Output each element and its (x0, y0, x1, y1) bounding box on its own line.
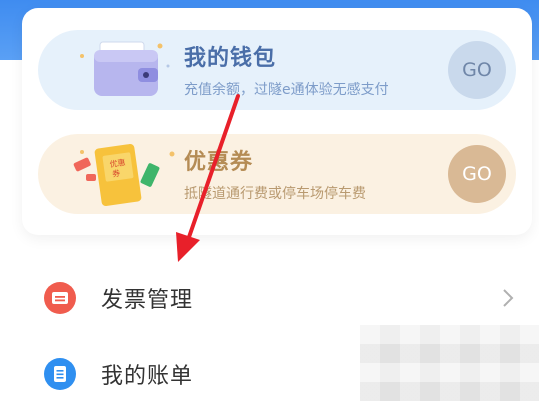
coupon-subtitle: 抵隧道通行费或停车场停车费 (184, 186, 366, 202)
wallet-go-button[interactable]: GO (448, 41, 506, 99)
wallet-entry[interactable]: 我的钱包 充值余额，过隧e通体验无感支付 GO (38, 30, 516, 110)
coupon-go-button[interactable]: GO (448, 145, 506, 203)
blurred-region (360, 325, 539, 401)
wallet-coupon-card: 我的钱包 充值余额，过隧e通体验无感支付 GO 优惠 券 优惠券 抵隧道通行费或… (22, 8, 532, 235)
ticket-icon (44, 282, 76, 314)
coupon-icon: 优惠 券 (73, 144, 175, 206)
coupon-title: 优惠券 (184, 150, 254, 175)
wallet-title: 我的钱包 (184, 46, 277, 71)
chevron-right-icon (503, 289, 514, 307)
wallet-subtitle: 充值余额，过隧e通体验无感支付 (184, 82, 389, 98)
menu-label-invoice: 发票管理 (101, 288, 194, 313)
menu-label-bill: 我的账单 (101, 364, 194, 389)
coupon-entry[interactable]: 优惠 券 优惠券 抵隧道通行费或停车场停车费 GO (38, 134, 516, 214)
svg-text:券: 券 (112, 168, 121, 179)
document-icon (44, 358, 76, 390)
wallet-icon (80, 41, 170, 96)
menu-item-invoice-management[interactable]: 发票管理 (0, 268, 539, 328)
